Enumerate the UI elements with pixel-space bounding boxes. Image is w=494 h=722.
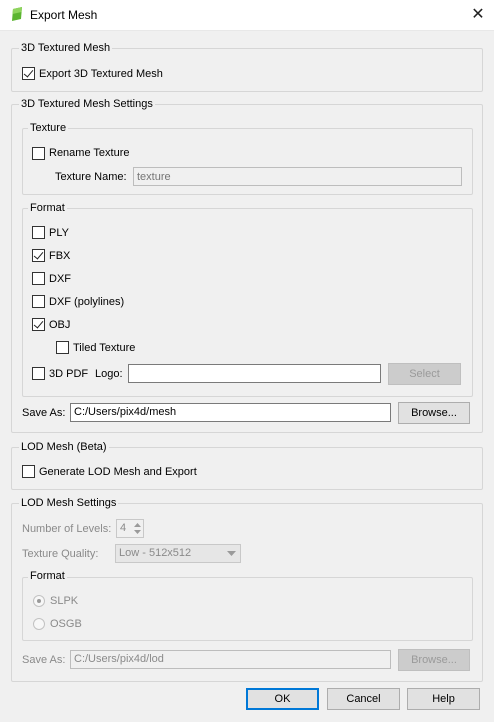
rename-texture-checkbox[interactable] <box>32 147 45 160</box>
close-icon[interactable]: ✕ <box>462 0 494 30</box>
pdf3d-checkbox[interactable] <box>32 367 45 380</box>
app-logo-icon <box>12 7 22 21</box>
format-group-title: Format <box>28 202 67 214</box>
dxf-polylines-label: DXF (polylines) <box>49 296 125 308</box>
lod-settings-group-title: LOD Mesh Settings <box>19 497 119 509</box>
slpk-label: SLPK <box>50 595 79 607</box>
osgb-label: OSGB <box>50 618 82 630</box>
dxf-polylines-checkbox[interactable] <box>32 295 45 308</box>
texture-group-title: Texture <box>28 122 69 134</box>
mesh-settings-group-title: 3D Textured Mesh Settings <box>19 98 155 110</box>
window-title: Export Mesh <box>30 8 98 22</box>
ok-button[interactable]: OK <box>246 688 319 710</box>
spinner-arrows-icon[interactable] <box>133 521 142 536</box>
ply-checkbox[interactable] <box>32 226 45 239</box>
lod-browse-button[interactable]: Browse... <box>398 649 470 671</box>
browse-mesh-button[interactable]: Browse... <box>398 402 470 424</box>
obj-checkbox[interactable] <box>32 318 45 331</box>
texture-quality-select[interactable]: Low - 512x512 <box>115 544 241 563</box>
textured-mesh-group-title: 3D Textured Mesh <box>19 42 113 54</box>
levels-spinbox[interactable]: 4 <box>116 519 144 538</box>
lod-save-as-label: Save As: <box>22 654 66 666</box>
dxf-label: DXF <box>49 273 71 285</box>
lod-format-group <box>22 577 473 641</box>
lod-mesh-group-title: LOD Mesh (Beta) <box>19 441 109 453</box>
help-button[interactable]: Help <box>407 688 480 710</box>
pdf3d-label: 3D PDF <box>49 368 89 380</box>
lod-format-group-title: Format <box>28 570 67 582</box>
lod-save-as-input[interactable]: C:/Users/pix4d/lod <box>70 650 391 669</box>
dxf-checkbox[interactable] <box>32 272 45 285</box>
export-textured-mesh-label: Export 3D Textured Mesh <box>39 68 163 80</box>
logo-input[interactable] <box>128 364 381 383</box>
generate-lod-label: Generate LOD Mesh and Export <box>39 466 197 478</box>
save-as-input[interactable]: C:/Users/pix4d/mesh <box>70 403 391 422</box>
levels-value: 4 <box>120 522 127 534</box>
texture-quality-label: Texture Quality: <box>22 548 99 560</box>
levels-label: Number of Levels: <box>22 523 112 535</box>
cancel-button[interactable]: Cancel <box>327 688 400 710</box>
tiled-texture-label: Tiled Texture <box>73 342 136 354</box>
ply-label: PLY <box>49 227 69 239</box>
rename-texture-label: Rename Texture <box>49 147 130 159</box>
generate-lod-checkbox[interactable] <box>22 465 35 478</box>
save-as-label: Save As: <box>22 407 66 419</box>
export-textured-mesh-checkbox[interactable] <box>22 67 35 80</box>
logo-label: Logo: <box>95 368 123 380</box>
select-logo-button[interactable]: Select <box>388 363 461 385</box>
osgb-radio[interactable] <box>33 618 45 630</box>
texture-quality-value: Low - 512x512 <box>119 547 192 559</box>
chevron-down-icon <box>227 551 236 556</box>
texture-name-input[interactable] <box>133 167 462 186</box>
slpk-radio[interactable] <box>33 595 45 607</box>
tiled-texture-checkbox[interactable] <box>56 341 69 354</box>
texture-name-label: Texture Name: <box>55 171 127 183</box>
fbx-checkbox[interactable] <box>32 249 45 262</box>
fbx-label: FBX <box>49 250 71 262</box>
obj-label: OBJ <box>49 319 71 331</box>
